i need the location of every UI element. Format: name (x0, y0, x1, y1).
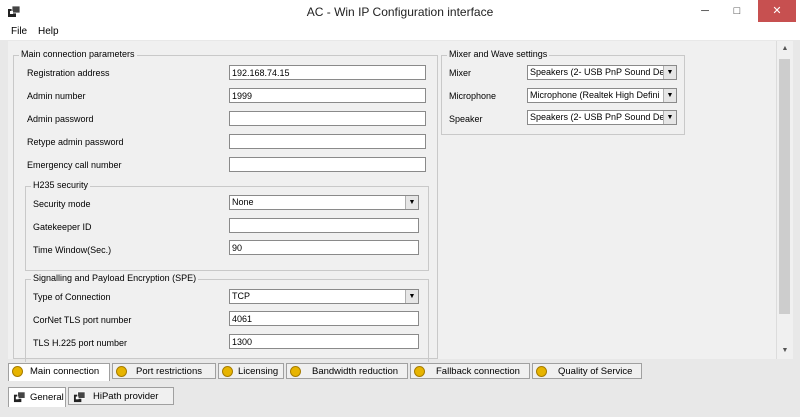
provider-tabs: General HiPath provider (8, 387, 776, 407)
h225-port-label: TLS H.225 port number (33, 338, 128, 348)
tab-quality-of-service[interactable]: Quality of Service (532, 363, 642, 379)
minimize-button[interactable]: ─ (690, 0, 720, 22)
admin-password-input[interactable] (229, 111, 426, 126)
registration-address-label: Registration address (27, 68, 110, 78)
dropdown-arrow-icon[interactable]: ▼ (663, 89, 676, 102)
microphone-label: Microphone (449, 91, 497, 101)
settings-coin-icon (116, 366, 127, 377)
connection-type-label: Type of Connection (33, 292, 111, 302)
tab-label: Bandwidth reduction (312, 366, 399, 377)
tab-hipath-provider[interactable]: HiPath provider (68, 387, 174, 405)
scroll-down-icon[interactable]: ▼ (777, 343, 793, 359)
dropdown-arrow-icon[interactable]: ▼ (405, 290, 418, 303)
settings-coin-icon (536, 366, 547, 377)
scrollbar-thumb[interactable] (779, 59, 790, 314)
security-mode-label: Security mode (33, 199, 91, 209)
speaker-value: Speakers (2- USB PnP Sound Devi (530, 112, 671, 122)
title-bar: AC - Win IP Configuration interface ─ □ … (0, 0, 800, 25)
gatekeeper-id-label: Gatekeeper ID (33, 222, 92, 232)
tab-main-connection[interactable]: Main connection (8, 363, 110, 381)
window-title: AC - Win IP Configuration interface (306, 5, 494, 19)
microphone-value: Microphone (Realtek High Defini (530, 90, 660, 100)
gatekeeper-id-input[interactable] (229, 218, 419, 233)
tab-port-restrictions[interactable]: Port restrictions (112, 363, 216, 379)
client-area: Main connection parameters Registration … (8, 41, 776, 362)
admin-number-input[interactable]: 1999 (229, 88, 426, 103)
menu-help[interactable]: Help (38, 26, 59, 37)
tab-label: Licensing (238, 366, 279, 377)
time-window-input[interactable]: 90 (229, 240, 419, 255)
close-button[interactable]: ✕ (758, 0, 796, 22)
main-connection-title: Main connection parameters (19, 49, 137, 59)
spe-title: Signalling and Payload Encryption (SPE) (31, 273, 199, 283)
admin-password-label: Admin password (27, 114, 94, 124)
mixer-select[interactable]: Speakers (2- USB PnP Sound Devi ▼ (527, 65, 677, 80)
h225-port-input[interactable]: 1300 (229, 334, 419, 349)
mixer-value: Speakers (2- USB PnP Sound Devi (530, 67, 671, 77)
dropdown-arrow-icon[interactable]: ▼ (405, 196, 418, 209)
mixer-wave-title: Mixer and Wave settings (447, 49, 550, 59)
tab-label: Fallback connection (436, 366, 520, 377)
tab-label: Port restrictions (136, 366, 202, 377)
retype-password-label: Retype admin password (27, 137, 124, 147)
dropdown-arrow-icon[interactable]: ▼ (663, 66, 676, 79)
tab-label: Quality of Service (558, 366, 633, 377)
cornet-port-label: CorNet TLS port number (33, 315, 132, 325)
mixer-label: Mixer (449, 68, 471, 78)
microphone-select[interactable]: Microphone (Realtek High Defini ▼ (527, 88, 677, 103)
settings-coin-icon (290, 366, 301, 377)
emergency-number-input[interactable] (229, 157, 426, 172)
tab-general[interactable]: General (8, 387, 66, 407)
tab-label: Main connection (30, 366, 100, 377)
tab-label: General (30, 392, 64, 403)
tab-licensing[interactable]: Licensing (218, 363, 284, 379)
settings-coin-icon (12, 366, 23, 377)
scroll-up-icon[interactable]: ▲ (777, 41, 793, 57)
tab-bandwidth-reduction[interactable]: Bandwidth reduction (286, 363, 408, 379)
tab-fallback-connection[interactable]: Fallback connection (410, 363, 530, 379)
time-window-label: Time Window(Sec.) (33, 245, 112, 255)
registration-address-input[interactable]: 192.168.74.15 (229, 65, 426, 80)
security-mode-value: None (232, 197, 254, 207)
vertical-scrollbar[interactable]: ▲ ▼ (776, 41, 793, 359)
security-mode-select[interactable]: None ▼ (229, 195, 419, 210)
emergency-number-label: Emergency call number (27, 160, 122, 170)
speaker-select[interactable]: Speakers (2- USB PnP Sound Devi ▼ (527, 110, 677, 125)
config-tabs: Main connection Port restrictions Licens… (8, 363, 776, 381)
connection-type-select[interactable]: TCP ▼ (229, 289, 419, 304)
dropdown-arrow-icon[interactable]: ▼ (663, 111, 676, 124)
menu-bar: File Help (0, 24, 800, 40)
settings-coin-icon (222, 366, 233, 377)
cornet-port-input[interactable]: 4061 (229, 311, 419, 326)
menu-file[interactable]: File (11, 26, 27, 37)
retype-password-input[interactable] (229, 134, 426, 149)
app-icon (73, 391, 86, 403)
h235-security-title: H235 security (31, 180, 91, 190)
speaker-label: Speaker (449, 114, 483, 124)
settings-coin-icon (414, 366, 425, 377)
admin-number-label: Admin number (27, 91, 86, 101)
app-icon (13, 391, 26, 403)
tab-label: HiPath provider (93, 391, 159, 402)
connection-type-value: TCP (232, 291, 250, 301)
maximize-button[interactable]: □ (722, 0, 752, 22)
